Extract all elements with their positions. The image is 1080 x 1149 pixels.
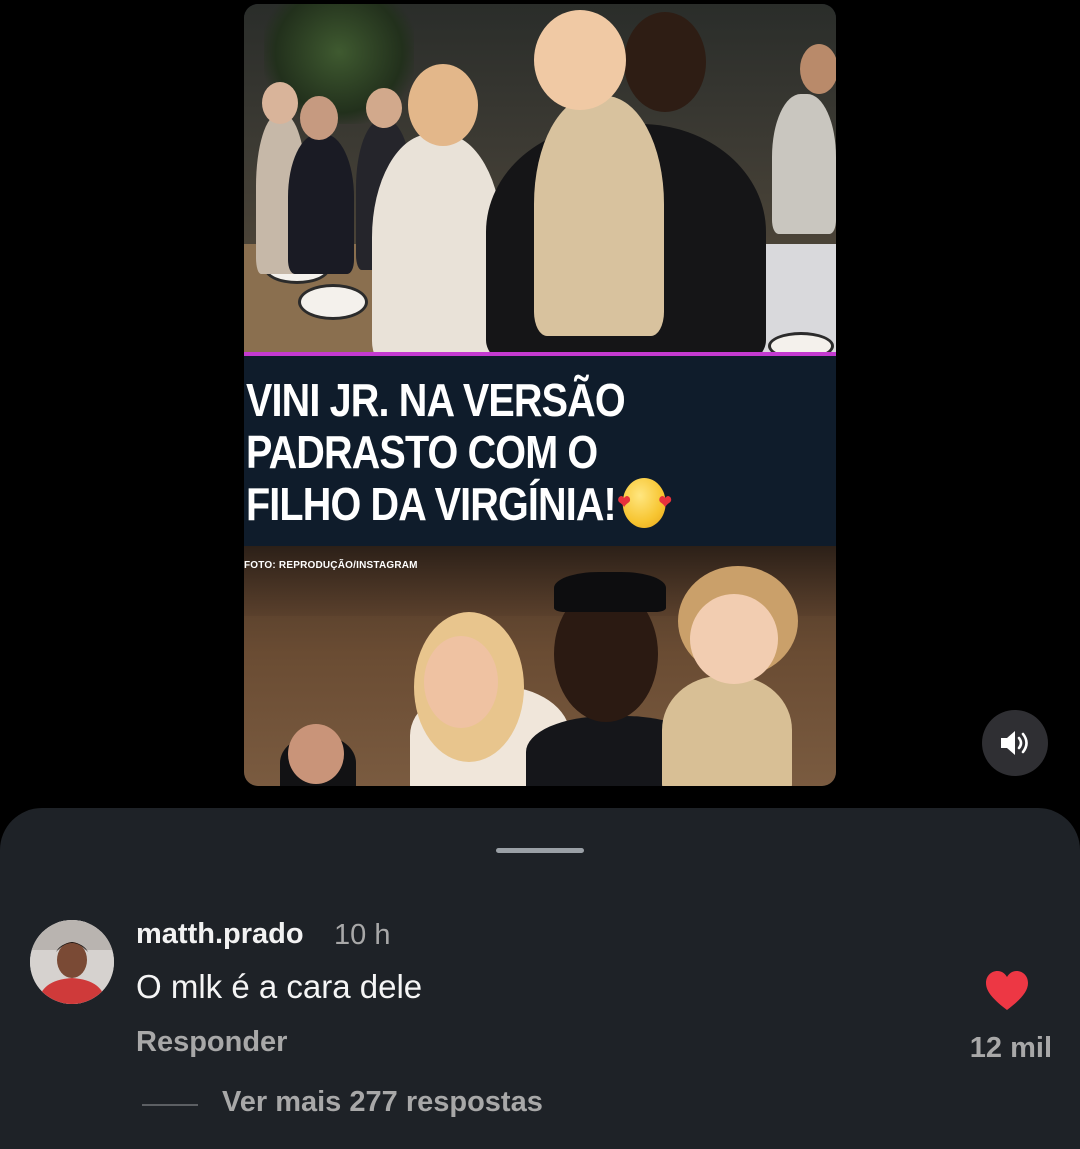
bottom-photo: FOTO: REPRODUÇÃO/INSTAGRAM (244, 546, 836, 786)
smiling-face-with-hearts-emoji (618, 476, 671, 528)
reply-button[interactable]: Responder (136, 1026, 287, 1059)
headline-line-2: PADRASTO COM O (246, 426, 598, 478)
avatar[interactable] (30, 920, 114, 1004)
speaker-volume-icon (1001, 731, 1028, 755)
comments-sheet: matth.prado 10 h O mlk é a cara dele Res… (0, 808, 1080, 1149)
photo-credit: FOTO: REPRODUÇÃO/INSTAGRAM (244, 560, 418, 571)
comment-text: O mlk é a cara dele (136, 968, 423, 1005)
post-media[interactable]: VINI JR. NA VERSÃO PADRASTO COM O FILHO … (244, 4, 836, 786)
headline-line-1: VINI JR. NA VERSÃO (246, 374, 626, 426)
top-photo (244, 4, 836, 352)
comment-username[interactable]: matth.prado (136, 918, 304, 951)
post-headline: VINI JR. NA VERSÃO PADRASTO COM O FILHO … (246, 374, 745, 530)
heart-icon[interactable] (984, 970, 1030, 1012)
avatar-photo (30, 920, 114, 1004)
headline-line-3: FILHO DA VIRGÍNIA! (246, 478, 617, 530)
sound-toggle-button[interactable] (982, 710, 1048, 776)
like-count: 12 mil (969, 1032, 1052, 1064)
sheet-drag-handle[interactable] (496, 848, 584, 853)
view-more-replies-link[interactable]: Ver mais 277 respostas (222, 1086, 543, 1119)
comment-timestamp: 10 h (334, 919, 391, 951)
replies-divider (142, 1104, 198, 1106)
headline-block: VINI JR. NA VERSÃO PADRASTO COM O FILHO … (244, 356, 836, 546)
